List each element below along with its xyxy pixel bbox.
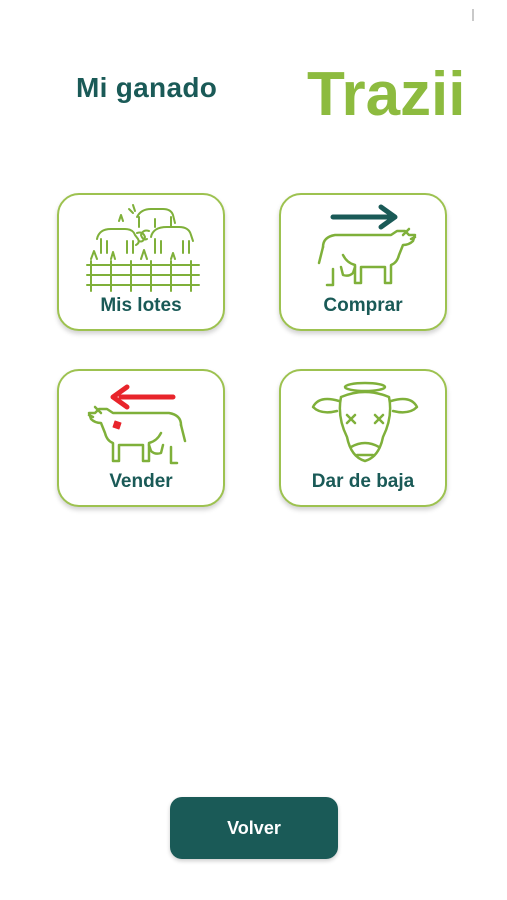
status-indicator [472,9,474,21]
dead-cow-icon [311,381,419,463]
comprar-button[interactable]: Comprar [279,193,447,331]
trazii-logo: Trazii [307,60,466,122]
vender-button[interactable]: Vender [57,369,225,507]
comprar-label: Comprar [323,295,403,316]
mis-lotes-button[interactable]: Mis lotes [57,193,225,331]
cow-arrow-right-icon [317,204,417,287]
page-title: Mi ganado [76,72,218,103]
volver-button[interactable]: Volver [170,797,338,859]
vender-label: Vender [109,471,173,492]
herd-fence-icon [86,204,200,292]
mis-lotes-label: Mis lotes [100,295,182,316]
cow-arrow-left-icon [87,384,187,465]
dar-de-baja-label: Dar de baja [311,471,415,492]
svg-text:Trazii: Trazii [307,60,466,122]
dar-de-baja-button[interactable]: Dar de baja [279,369,447,507]
